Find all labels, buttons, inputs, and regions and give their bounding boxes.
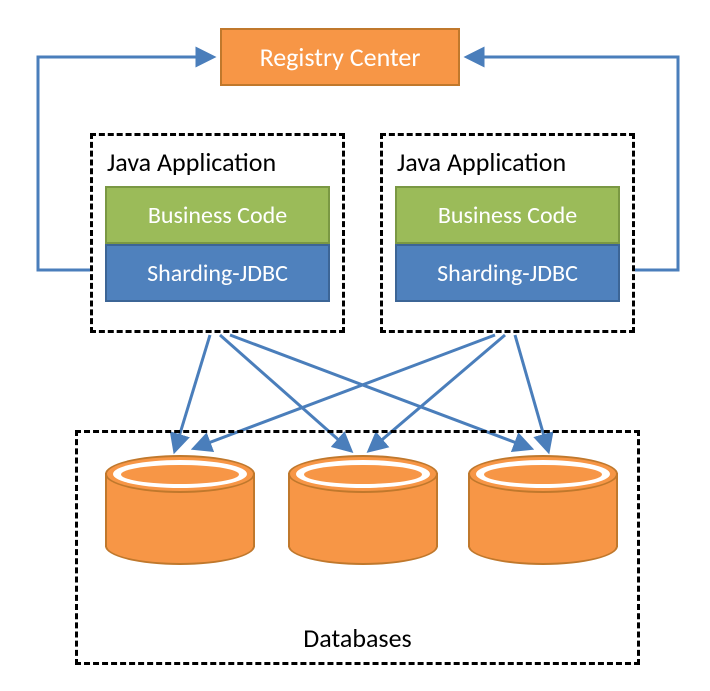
sharding-jdbc-left: Sharding-JDBC bbox=[105, 244, 330, 302]
java-app-left: Java Application Business Code Sharding-… bbox=[90, 133, 345, 333]
sharding-jdbc-left-label: Sharding-JDBC bbox=[147, 259, 288, 288]
business-code-left: Business Code bbox=[105, 186, 330, 244]
database-cylinder-icon bbox=[288, 455, 438, 565]
architecture-diagram: Registry Center Java Application Busines… bbox=[0, 0, 710, 691]
business-code-left-label: Business Code bbox=[148, 201, 287, 230]
java-app-right-title: Java Application bbox=[395, 146, 620, 178]
registry-center-box: Registry Center bbox=[220, 28, 460, 86]
database-cylinder-icon bbox=[105, 455, 255, 565]
sharding-jdbc-right-label: Sharding-JDBC bbox=[437, 259, 578, 288]
sharding-jdbc-right: Sharding-JDBC bbox=[395, 244, 620, 302]
registry-center-label: Registry Center bbox=[260, 41, 421, 73]
databases-label: Databases bbox=[78, 622, 637, 654]
java-app-right: Java Application Business Code Sharding-… bbox=[380, 133, 635, 333]
business-code-right: Business Code bbox=[395, 186, 620, 244]
business-code-right-label: Business Code bbox=[438, 201, 577, 230]
database-cylinder-icon bbox=[468, 455, 618, 565]
java-app-left-title: Java Application bbox=[105, 146, 330, 178]
